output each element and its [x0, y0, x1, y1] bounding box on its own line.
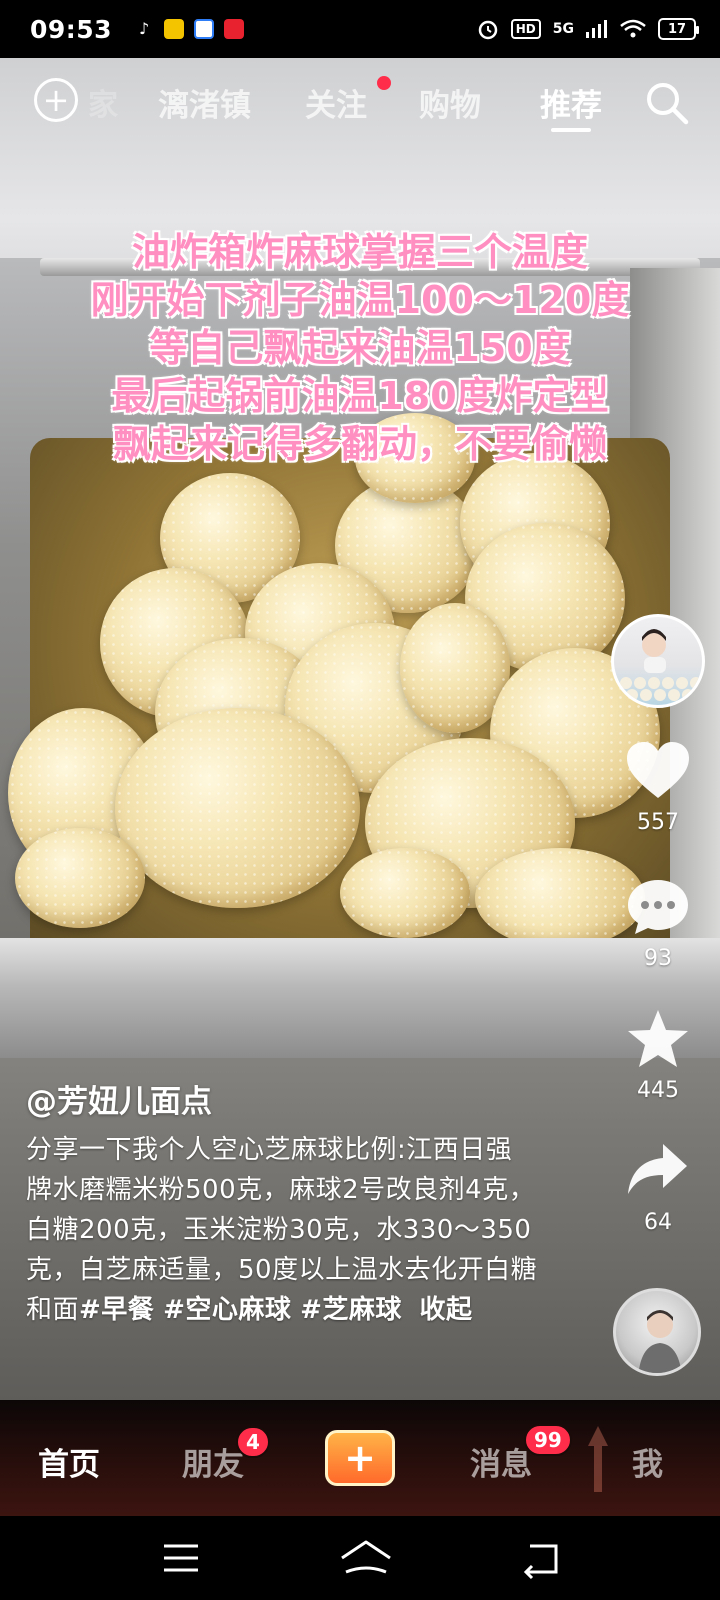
post-description: 分享一下我个人空心芝麻球比例:江西日强牌水磨糯米粉500克，麻球2号改良剂4克，…: [26, 1130, 538, 1330]
author-name[interactable]: @芳妞儿面点: [26, 1076, 212, 1121]
comment-button[interactable]: 93: [616, 876, 700, 971]
caption-line: 油炸箱炸麻球掌握三个温度: [131, 230, 588, 274]
share-button[interactable]: 64: [616, 1140, 700, 1235]
author-avatar[interactable]: [611, 614, 705, 708]
share-icon: [628, 1144, 687, 1194]
favorite-count: 445: [637, 1078, 679, 1103]
like-button[interactable]: 557: [616, 740, 700, 835]
menu-icon[interactable]: [156, 1536, 206, 1580]
add-icon[interactable]: +: [34, 78, 78, 122]
tab-me[interactable]: 我: [632, 1439, 663, 1484]
home-icon[interactable]: [335, 1536, 391, 1580]
hashtag-hollow-sesame-ball[interactable]: #空心麻球: [163, 1295, 291, 1325]
music-disc[interactable]: [613, 1288, 701, 1376]
collapse-link[interactable]: 收起: [419, 1295, 472, 1325]
tab-home[interactable]: 首页: [38, 1439, 100, 1484]
top-nav: + 家 漓渚镇 关注 购物 推荐: [0, 76, 720, 136]
tab-shopping[interactable]: 购物: [419, 80, 481, 125]
sesame-ball: [15, 828, 145, 928]
heart-icon: [627, 742, 689, 798]
shop-app-notification-icon: [224, 19, 245, 39]
bottom-tab-bar: 首页 朋友 4 + 消息 99 我: [0, 1400, 720, 1516]
hd-icon: HD: [510, 19, 541, 39]
caption-line: 刚开始下剂子油温100～120度: [90, 278, 630, 322]
tab-local[interactable]: 漓渚镇: [158, 80, 251, 125]
caption-line: 等自己飘起来油温150度: [149, 326, 571, 370]
friends-badge: 4: [236, 1426, 270, 1458]
decorative-mascot-icon: [588, 1426, 608, 1492]
share-count: 64: [644, 1210, 672, 1235]
alarm-icon: [478, 20, 497, 40]
notification-icons: ♪: [134, 19, 245, 39]
tab-following[interactable]: 关注: [305, 80, 367, 125]
tiktok-notification-icon: ♪: [134, 19, 155, 39]
status-time: 09:53: [30, 14, 113, 44]
comment-icon: [628, 880, 688, 934]
star-icon: [628, 1010, 688, 1067]
status-bar: 09:53 ♪ HD 5G 17: [0, 0, 720, 58]
caption-line: 飘起来记得多翻动，不要偷懒: [112, 422, 607, 466]
video-caption-overlay: 油炸箱炸麻球掌握三个温度 刚开始下剂子油温100～120度 等自己飘起来油温15…: [30, 228, 690, 468]
tab-partial[interactable]: 家: [88, 80, 118, 124]
active-tab-indicator: [551, 128, 591, 132]
sesame-ball: [115, 708, 360, 908]
fryer-front-edge: [0, 938, 720, 1058]
video-app-notification-icon: [194, 19, 215, 39]
system-status-icons: HD 5G 17: [477, 18, 699, 40]
hashtag-sesame-ball[interactable]: #芝麻球: [300, 1295, 402, 1325]
comment-count: 93: [644, 946, 672, 971]
create-button[interactable]: +: [325, 1430, 395, 1486]
search-icon[interactable]: [644, 80, 690, 126]
tab-friends[interactable]: 朋友: [182, 1439, 244, 1484]
messages-badge: 99: [524, 1424, 572, 1456]
like-count: 557: [637, 810, 679, 835]
wifi-icon: [620, 19, 646, 38]
hashtag-breakfast[interactable]: #早餐: [79, 1295, 154, 1325]
tab-recommended[interactable]: 推荐: [540, 80, 602, 125]
caption-line: 最后起锅前油温180度炸定型: [111, 374, 609, 418]
back-icon[interactable]: [516, 1536, 566, 1580]
tab-messages[interactable]: 消息: [470, 1439, 532, 1484]
signal-icon: [586, 20, 607, 38]
app-notification-icon: [164, 19, 185, 39]
sesame-ball: [340, 848, 470, 938]
notification-dot: [377, 76, 391, 90]
system-navigation-bar: [0, 1516, 720, 1600]
battery-icon: 17: [658, 18, 699, 40]
favorite-button[interactable]: 445: [616, 1008, 700, 1103]
network-type: 5G: [552, 21, 574, 37]
